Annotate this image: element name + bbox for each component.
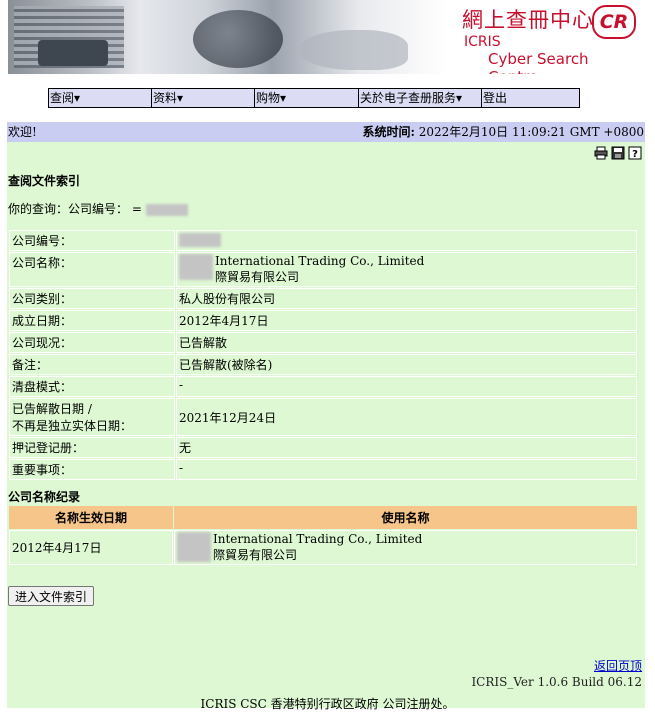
section-title-name-history: 公司名称纪录	[8, 490, 81, 504]
menu-logout[interactable]: 登出	[482, 89, 579, 107]
menu-about-service[interactable]: 关於电子查册服务▾	[359, 89, 482, 107]
brand-title-icris: ICRIS	[464, 34, 501, 50]
row-label: 已告解散日期 / 不再是独立实体日期：	[9, 398, 175, 436]
system-time: 系统时间: 2022年2月10日 11:09:21 GMT +0800	[362, 122, 644, 142]
toolbar-icons: ?	[594, 146, 642, 160]
table-row: 公司名称： International Trading Co., Limited…	[9, 252, 637, 287]
table-row: 公司编号：	[9, 230, 637, 251]
effective-date: 2012年4月17日	[9, 530, 173, 565]
row-value: 已告解散	[176, 332, 637, 353]
row-label-line1: 已告解散日期 /	[12, 402, 92, 416]
row-label: 公司名称：	[9, 252, 175, 287]
name-history-table: 名称生效日期 使用名称 2012年4月17日 International Tra…	[8, 505, 638, 566]
save-icon[interactable]	[611, 146, 625, 160]
row-value: 2021年12月24日	[176, 398, 637, 436]
hand-graphic	[298, 30, 408, 70]
query-label: 你的查询：	[8, 202, 69, 216]
brand-title-english: Cyber Search Centre	[488, 50, 589, 74]
back-to-top-link[interactable]: 返回页顶	[594, 657, 642, 674]
row-value: 已告解散(被除名)	[176, 354, 637, 375]
row-label: 押记登记册：	[9, 437, 175, 458]
table-row: 成立日期： 2012年4月17日	[9, 310, 637, 331]
system-time-value: 2022年2月10日 11:09:21 GMT +0800	[414, 125, 644, 139]
main-menu-bar: 查阅▾ 资料▾ 购物▾ 关於电子查册服务▾ 登出	[48, 88, 580, 108]
printer-icon[interactable]	[594, 146, 608, 160]
menu-search[interactable]: 查阅▾	[49, 89, 152, 107]
svg-text:?: ?	[632, 149, 638, 160]
table-row: 公司类别： 私人股份有限公司	[9, 288, 637, 309]
welcome-bar: 欢迎! 系统时间: 2022年2月10日 11:09:21 GMT +0800	[7, 122, 645, 142]
row-label: 公司编号：	[9, 230, 175, 251]
enter-document-index-button[interactable]: 进入文件索引	[8, 586, 95, 606]
table-row: 重要事项： -	[9, 459, 637, 480]
redacted-name	[179, 254, 213, 280]
query-line: 你的查询：公司编号： =	[8, 200, 188, 217]
redacted-name	[177, 532, 211, 562]
table-row: 已告解散日期 / 不再是独立实体日期： 2021年12月24日	[9, 398, 637, 436]
row-value: International Trading Co., Limited 際貿易有限…	[176, 252, 637, 287]
banner-photo-collage	[8, 0, 448, 74]
brand-title-chinese: 網上查冊中心	[462, 8, 594, 32]
row-label: 公司类别：	[9, 288, 175, 309]
table-header-row: 名称生效日期 使用名称	[9, 506, 637, 529]
row-value: -	[176, 376, 637, 397]
footer-text: ICRIS CSC 香港特别行政区政府 公司注册处。	[200, 697, 455, 711]
build-version: ICRIS_Ver 1.0.6 Build 06.12	[471, 675, 642, 689]
row-value	[176, 230, 637, 251]
row-label: 清盘模式：	[9, 376, 175, 397]
row-value: -	[176, 459, 637, 480]
redacted-company-number	[145, 203, 188, 216]
table-row: 备注： 已告解散(被除名)	[9, 354, 637, 375]
welcome-text: 欢迎!	[8, 125, 37, 139]
column-header-effective-date: 名称生效日期	[9, 506, 173, 529]
row-label: 公司现况：	[9, 332, 175, 353]
system-time-label: 系统时间:	[362, 125, 415, 139]
main-content: ? 查阅文件索引 你的查询：公司编号： = 公司编号： 公司名称： Intern…	[7, 142, 645, 708]
company-name-en: International Trading Co., Limited	[215, 254, 425, 268]
tram-graphic	[38, 40, 108, 66]
row-value: 私人股份有限公司	[176, 288, 637, 309]
row-value: 无	[176, 437, 637, 458]
header-banner: 網上查冊中心 CR ICRIS Cyber Search Centre	[8, 0, 642, 74]
row-value: 2012年4月17日	[176, 310, 637, 331]
table-row: 押记登记册： 无	[9, 437, 637, 458]
cr-logo: CR	[592, 5, 636, 39]
company-name-cn: 際貿易有限公司	[215, 270, 300, 284]
row-label: 重要事项：	[9, 459, 175, 480]
row-label: 备注：	[9, 354, 175, 375]
help-icon[interactable]: ?	[628, 146, 642, 160]
table-row: 公司现况： 已告解散	[9, 332, 637, 353]
table-row: 清盘模式： -	[9, 376, 637, 397]
globe-graphic	[193, 10, 283, 68]
column-header-name-used: 使用名称	[174, 506, 637, 529]
table-row: 2012年4月17日 International Trading Co., Li…	[9, 530, 637, 565]
menu-shopping[interactable]: 购物▾	[255, 89, 359, 107]
menu-info[interactable]: 资料▾	[152, 89, 255, 107]
row-label-line2: 不再是独立实体日期：	[12, 419, 133, 433]
row-label: 成立日期：	[9, 310, 175, 331]
section-title-document-index: 查阅文件索引	[8, 174, 81, 188]
name-used: International Trading Co., Limited 際貿易有限…	[174, 530, 637, 565]
company-info-table: 公司编号： 公司名称： International Trading Co., L…	[8, 229, 638, 481]
redacted-value	[179, 232, 221, 247]
name-used-en: International Trading Co., Limited	[213, 532, 423, 546]
query-value: 公司编号：	[68, 202, 129, 216]
name-used-cn: 際貿易有限公司	[213, 548, 298, 562]
